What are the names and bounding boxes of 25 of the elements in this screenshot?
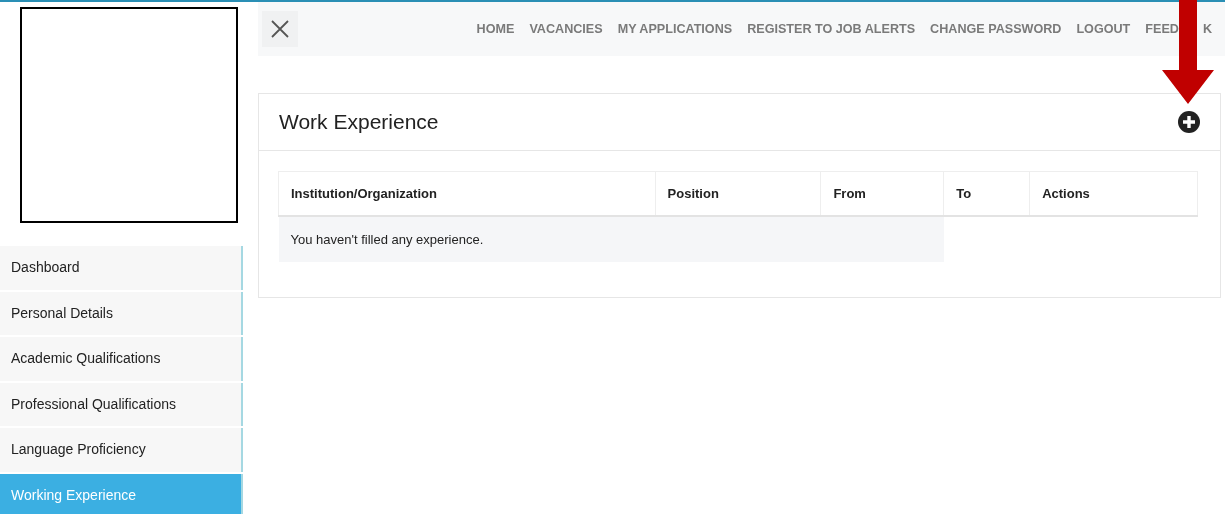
sidebar-item[interactable]: Personal Details [0,291,243,335]
close-button[interactable] [262,11,298,47]
sidebar-item[interactable]: Working Experience [0,473,243,514]
sidebar-item[interactable]: Academic Qualifications [0,337,243,381]
nav-link[interactable]: MY APPLICATIONS [617,22,733,36]
column-header: Actions [1029,171,1198,216]
nav-link[interactable]: CHANGE PASSWORD [930,22,1062,36]
sidebar-item[interactable]: Language Proficiency [0,428,243,472]
column-header: From [820,171,944,216]
nav-link[interactable]: REGISTER TO JOB ALERTS [747,22,916,36]
sidebar-item[interactable]: Professional Qualifications [0,382,243,426]
card-title: Work Experience [279,110,439,134]
add-button[interactable] [1178,111,1200,133]
sidebar-item[interactable]: Dashboard [0,246,243,290]
column-header: Institution/Organization [278,171,656,216]
nav-link[interactable]: HOME [476,22,515,36]
empty-message: You haven't filled any experience. [278,215,944,262]
plus-circle-icon [1178,111,1200,133]
close-icon [271,20,289,38]
nav-link[interactable]: FEED [1145,22,1179,36]
nav-link[interactable]: VACANCIES [529,22,603,36]
nav-link[interactable]: K [1202,22,1212,36]
column-header: Position [655,171,821,216]
column-header: To [943,171,1030,216]
nav-link[interactable]: LOGOUT [1076,22,1131,36]
